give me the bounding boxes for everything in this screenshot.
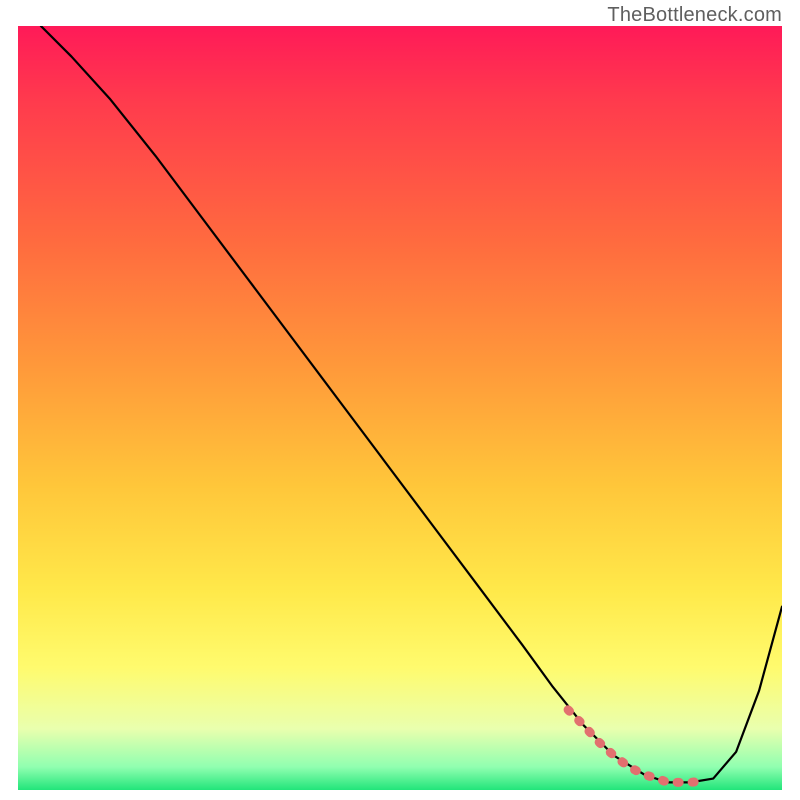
optimal-range-highlight: [568, 710, 706, 783]
plot-area: [18, 26, 782, 790]
curve-layer: [18, 26, 782, 790]
attribution-label: TheBottleneck.com: [607, 4, 782, 27]
chart-container: TheBottleneck.com: [0, 0, 800, 800]
bottleneck-curve: [41, 26, 782, 782]
